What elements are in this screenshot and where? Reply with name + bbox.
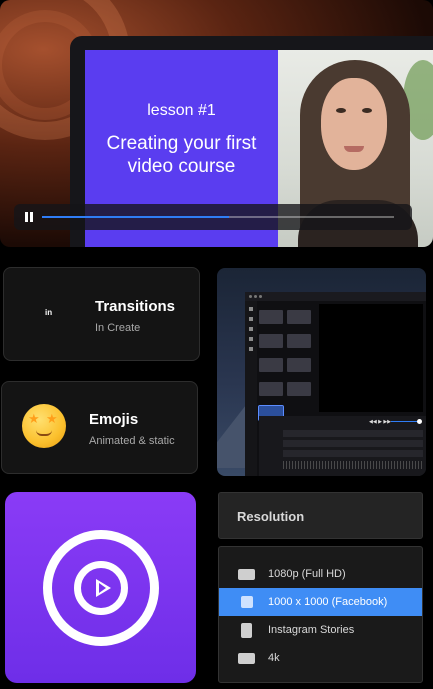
resolution-option-instagram-stories[interactable]: Instagram Stories — [219, 616, 422, 644]
progress-fill — [42, 216, 229, 218]
square-icon — [241, 596, 253, 608]
presenter-eye — [336, 108, 346, 113]
editor-screenshot: ◀◀ ▶ ▶▶ — [217, 268, 426, 476]
resolution-option-label: 1080p (Full HD) — [268, 568, 346, 580]
resolution-options: 1080p (Full HD) 1000 x 1000 (Facebook) I… — [218, 546, 423, 683]
landscape-icon — [238, 653, 255, 664]
play-icon — [96, 579, 111, 597]
emojis-subtitle: Animated & static — [89, 435, 175, 447]
resolution-header[interactable]: Resolution — [218, 492, 423, 539]
media-library — [258, 304, 317, 424]
transitions-title: Transitions — [95, 298, 176, 315]
resolution-title: Resolution — [237, 509, 305, 524]
play-logo-inner-ring — [74, 561, 128, 615]
resolution-option-label: 4k — [268, 652, 280, 664]
editor-toolbar — [245, 292, 426, 301]
editor-window: ◀◀ ▶ ▶▶ — [245, 292, 426, 476]
emojis-card[interactable]: ★ ★ Emojis Animated & static — [1, 381, 198, 474]
progress-track[interactable] — [42, 216, 394, 218]
linkedin-icon: in — [45, 308, 53, 317]
emojis-title: Emojis — [89, 411, 139, 428]
editor-sidebar — [245, 301, 257, 476]
star-struck-emoji-icon: ★ ★ — [22, 404, 66, 448]
pause-icon[interactable] — [24, 212, 34, 222]
lesson-label: lesson #1 — [147, 102, 216, 119]
resolution-option-label: 1000 x 1000 (Facebook) — [268, 596, 388, 608]
resolution-option-facebook[interactable]: 1000 x 1000 (Facebook) — [219, 588, 422, 616]
portrait-icon — [241, 623, 252, 638]
resolution-option-1080p[interactable]: 1080p (Full HD) — [219, 560, 422, 588]
landscape-icon — [238, 569, 255, 580]
transitions-subtitle: In Create — [95, 322, 141, 334]
player-controls — [14, 204, 412, 230]
play-logo-card — [5, 492, 196, 683]
presenter-mouth — [344, 146, 364, 152]
editor-timeline: ◀◀ ▶ ▶▶ — [259, 416, 426, 476]
resolution-option-4k[interactable]: 4k — [219, 644, 422, 672]
play-logo-outer-ring — [43, 530, 159, 646]
presenter-face — [321, 78, 387, 170]
lesson-title: Creating your first video course — [106, 133, 257, 177]
resolution-option-label: Instagram Stories — [268, 624, 355, 636]
video-hero: lesson #1 Creating your first video cour… — [0, 0, 433, 247]
editor-preview — [319, 304, 423, 412]
presenter-eye — [362, 108, 372, 113]
transitions-card[interactable]: in Transitions In Create — [3, 267, 200, 361]
